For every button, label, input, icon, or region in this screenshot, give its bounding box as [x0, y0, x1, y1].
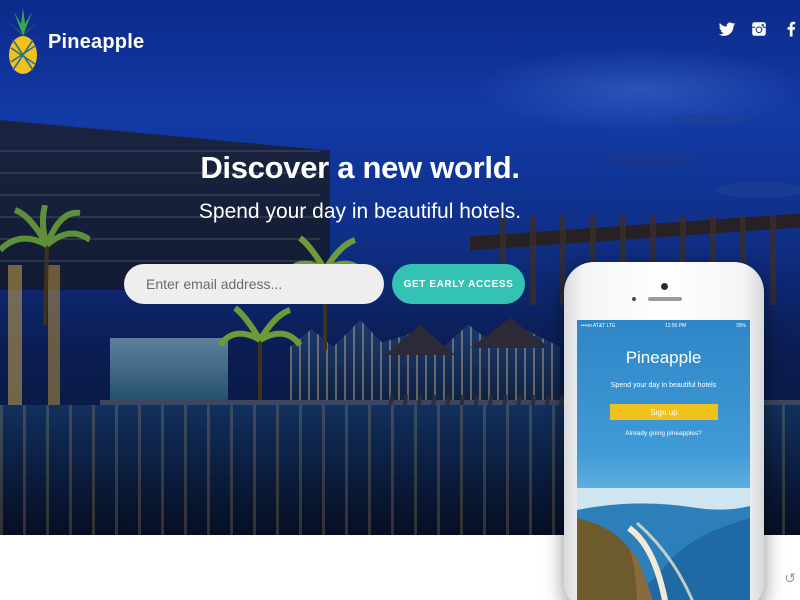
phone-speaker: [648, 297, 682, 301]
hero-headline: Discover a new world.: [200, 150, 520, 185]
status-battery: 39%: [735, 323, 746, 329]
twitter-icon[interactable]: [718, 20, 736, 38]
app-title: Pineapple: [625, 348, 702, 367]
phone-screen: •••oo AT&T LTE 11:56 PM 39% Pineapple Sp…: [577, 320, 750, 600]
brand[interactable]: Pineapple: [6, 8, 144, 76]
status-carrier: •••oo AT&T LTE: [581, 323, 616, 329]
social-links: [718, 20, 800, 38]
app-tagline: Spend your day in beautiful hotels: [610, 382, 717, 389]
app-signup-button[interactable]: Sign up: [610, 404, 718, 420]
phone-mockup: •••oo AT&T LTE 11:56 PM 39% Pineapple Sp…: [564, 262, 764, 600]
status-time: 11:56 PM: [665, 323, 687, 329]
email-input[interactable]: [124, 264, 384, 304]
get-early-access-button[interactable]: GET EARLY ACCESS: [392, 264, 525, 304]
instagram-icon[interactable]: [750, 20, 768, 38]
scroll-indicator-icon[interactable]: ↺: [784, 570, 796, 587]
status-bar: •••oo AT&T LTE 11:56 PM 39%: [577, 320, 750, 332]
phone-camera: [661, 283, 668, 290]
phone-sensor: [632, 297, 636, 301]
hero-subheadline: Spend your day in beautiful hotels.: [198, 200, 522, 223]
pineapple-logo-icon: [9, 8, 37, 74]
beach-photo: [577, 488, 750, 600]
brand-name: Pineapple: [48, 30, 145, 53]
fountain: [110, 338, 228, 400]
logo-leaves: [14, 8, 32, 36]
app-login-link[interactable]: Already going pineapples?: [577, 430, 750, 437]
umbrella: [470, 318, 550, 348]
facebook-icon[interactable]: [782, 20, 800, 38]
